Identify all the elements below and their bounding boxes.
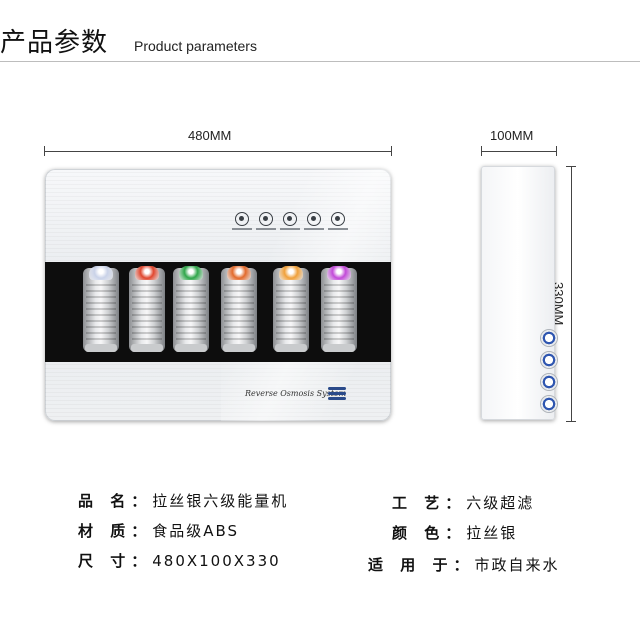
height-dimension-bracket: [566, 166, 576, 422]
water-fitting-icon: [541, 330, 557, 346]
filter-cartridge: [129, 266, 165, 352]
cartridge-base: [323, 344, 355, 352]
spec-value: 食品级ABS: [152, 522, 240, 540]
cartridge-base: [175, 344, 207, 352]
cartridge-cap: [327, 266, 351, 280]
wash-icon: [259, 212, 273, 226]
page-title: 产品参数: [0, 28, 109, 58]
spec-process: 工 艺：六级超滤: [392, 492, 534, 513]
cartridge-body: [86, 284, 116, 342]
cartridge-body: [276, 284, 306, 342]
power-icon: [307, 212, 321, 226]
width-dimension-label: 480MM: [188, 128, 232, 143]
header-divider: [0, 61, 640, 62]
cartridge-body: [224, 284, 254, 342]
filter-icon: [283, 212, 297, 226]
cartridge-cap: [89, 266, 113, 280]
depth-dimension-label: 100MM: [490, 128, 534, 143]
cartridge-body: [324, 284, 354, 342]
page-header: 产品参数 Product parameters: [0, 0, 640, 62]
filter-cartridge: [273, 266, 309, 352]
water-fitting-icon: [541, 374, 557, 390]
spec-key: 颜 色：: [392, 524, 467, 542]
spec-key: 品 名：: [78, 492, 153, 510]
filter-cartridge: [321, 266, 357, 352]
spec-value: 480X100X330: [152, 552, 281, 570]
icon-caption: [280, 228, 300, 230]
cartridge-base: [223, 344, 255, 352]
water-fitting-icon: [541, 352, 557, 368]
product-front-view: Reverse Osmosis System: [45, 169, 391, 421]
filter-cartridge: [221, 266, 257, 352]
filter-window: [45, 262, 391, 362]
cartridge-body: [132, 284, 162, 342]
spec-key: 工 艺：: [392, 494, 467, 512]
spec-value: 拉丝银: [466, 524, 518, 542]
spec-material: 材 质：食品级ABS: [78, 520, 239, 541]
filter-cartridge: [173, 266, 209, 352]
cartridge-cap: [179, 266, 203, 280]
cartridge-body: [176, 284, 206, 342]
spec-key: 材 质：: [78, 522, 153, 540]
spec-size: 尺 寸：480X100X330: [78, 550, 281, 571]
control-panel: [231, 212, 351, 236]
spec-value: 拉丝银六级能量机: [152, 492, 289, 510]
cartridge-base: [131, 344, 163, 352]
spec-color: 颜 色：拉丝银: [392, 522, 517, 543]
spec-name: 品 名：拉丝银六级能量机: [78, 490, 288, 511]
cartridge-cap: [135, 266, 159, 280]
icon-caption: [256, 228, 276, 230]
mode-icon: [235, 212, 249, 226]
brand-logo: [328, 387, 346, 400]
spec-key: 适 用 于：: [368, 556, 475, 574]
icon-caption: [328, 228, 348, 230]
icon-caption: [304, 228, 324, 230]
cartridge-cap: [279, 266, 303, 280]
page-subtitle: Product parameters: [134, 38, 257, 54]
water-fitting-icon: [541, 396, 557, 412]
spec-key: 尺 寸：: [78, 552, 153, 570]
settings-icon: [331, 212, 345, 226]
depth-dimension-bracket: [481, 146, 557, 156]
cartridge-base: [85, 344, 117, 352]
spec-application: 适 用 于：市政自来水: [368, 554, 559, 575]
filter-cartridge: [83, 266, 119, 352]
spec-value: 市政自来水: [474, 556, 560, 574]
cartridge-cap: [227, 266, 251, 280]
icon-caption: [232, 228, 252, 230]
cartridge-base: [275, 344, 307, 352]
width-dimension-bracket: [44, 146, 392, 156]
spec-value: 六级超滤: [466, 494, 535, 512]
